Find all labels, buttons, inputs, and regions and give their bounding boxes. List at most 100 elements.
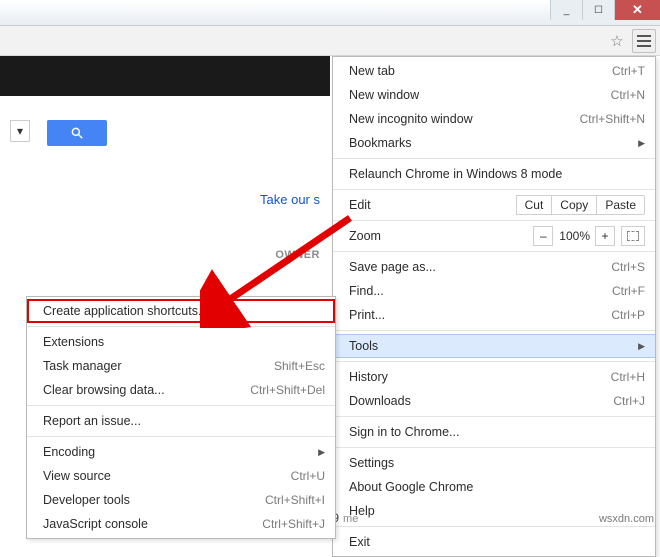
chevron-right-icon: ▶	[638, 341, 645, 352]
menu-label: New window	[349, 88, 611, 102]
menu-item-new-window[interactable]: New windowCtrl+N	[333, 83, 655, 107]
edit-copy-button[interactable]: Copy	[551, 195, 597, 215]
menu-label: Encoding	[43, 445, 312, 459]
fullscreen-button[interactable]	[621, 226, 645, 246]
menu-separator	[333, 251, 655, 252]
menu-label: Exit	[349, 535, 645, 549]
menu-item-settings[interactable]: Settings	[333, 451, 655, 475]
menu-label: About Google Chrome	[349, 480, 645, 494]
menu-item-edit[interactable]: EditCutCopyPaste	[333, 193, 655, 217]
zoom-value: 100%	[553, 229, 596, 243]
menu-label: New incognito window	[349, 112, 580, 126]
menu-label: Report an issue...	[43, 414, 325, 428]
submenu-item-javascript-console[interactable]: JavaScript consoleCtrl+Shift+J	[27, 512, 335, 536]
window-minimize-button[interactable]: _	[550, 0, 582, 20]
menu-shortcut: Ctrl+Shift+J	[262, 517, 325, 531]
menu-separator	[333, 361, 655, 362]
menu-label: Settings	[349, 456, 645, 470]
watermark-text: wsxdn.com	[599, 513, 654, 525]
menu-shortcut: Ctrl+T	[612, 64, 645, 78]
menu-shortcut: Ctrl+Shift+I	[265, 493, 325, 507]
submenu-item-clear-browsing-data-[interactable]: Clear browsing data...Ctrl+Shift+Del	[27, 378, 335, 402]
menu-separator	[27, 405, 335, 406]
menu-shortcut: Ctrl+P	[611, 308, 645, 322]
menu-separator	[27, 436, 335, 437]
tools-submenu: Create application shortcuts... Extension…	[26, 296, 336, 539]
menu-label: Relaunch Chrome in Windows 8 mode	[349, 167, 645, 181]
submenu-item-report-an-issue-[interactable]: Report an issue...	[27, 409, 335, 433]
menu-label: Save page as...	[349, 260, 611, 274]
submenu-item-task-manager[interactable]: Task managerShift+Esc	[27, 354, 335, 378]
menu-separator	[333, 189, 655, 190]
submenu-item-extensions[interactable]: Extensions	[27, 330, 335, 354]
submenu-item-encoding[interactable]: Encoding▶	[27, 440, 335, 464]
menu-label: Developer tools	[43, 493, 265, 507]
menu-item-exit[interactable]: Exit	[333, 530, 655, 554]
search-icon	[70, 126, 84, 140]
submenu-item-view-source[interactable]: View sourceCtrl+U	[27, 464, 335, 488]
zoom-out-button[interactable]: –	[533, 226, 553, 246]
menu-label: Print...	[349, 308, 611, 322]
menu-label: Clear browsing data...	[43, 383, 250, 397]
browser-toolbar: ☆	[0, 26, 660, 56]
edit-cut-button[interactable]: Cut	[516, 195, 553, 215]
menu-shortcut: Ctrl+J	[613, 394, 645, 408]
menu-separator	[333, 526, 655, 527]
submenu-item-developer-tools[interactable]: Developer toolsCtrl+Shift+I	[27, 488, 335, 512]
window-maximize-button[interactable]: ☐	[582, 0, 614, 20]
menu-label: Find...	[349, 284, 612, 298]
owner-column-label: OWNER	[10, 249, 320, 261]
menu-item-zoom[interactable]: Zoom–100%+	[333, 224, 655, 248]
hamburger-line-icon	[637, 45, 651, 47]
menu-item-sign-in-to-chrome-[interactable]: Sign in to Chrome...	[333, 420, 655, 444]
page-dark-header	[0, 56, 330, 96]
window-close-button[interactable]: ✕	[614, 0, 660, 20]
menu-item-save-page-as-[interactable]: Save page as...Ctrl+S	[333, 255, 655, 279]
hamburger-line-icon	[637, 40, 651, 42]
menu-item-print-[interactable]: Print...Ctrl+P	[333, 303, 655, 327]
menu-item-tools[interactable]: Tools ▶	[333, 334, 655, 358]
menu-label: Zoom	[349, 229, 534, 243]
menu-shortcut: Shift+Esc	[274, 359, 325, 373]
menu-item-history[interactable]: HistoryCtrl+H	[333, 365, 655, 389]
menu-shortcut: Ctrl+Shift+Del	[250, 383, 325, 397]
chevron-right-icon: ▶	[638, 138, 645, 149]
edit-paste-button[interactable]: Paste	[596, 195, 645, 215]
submenu-item-create-application-shortcuts-[interactable]: Create application shortcuts...	[27, 299, 335, 323]
menu-label: Bookmarks	[349, 136, 632, 150]
menu-item-bookmarks[interactable]: Bookmarks ▶	[333, 131, 655, 155]
menu-item-about-google-chrome[interactable]: About Google Chrome	[333, 475, 655, 499]
chrome-main-menu: New tabCtrl+TNew windowCtrl+NNew incogni…	[332, 56, 656, 557]
page-search-button[interactable]	[47, 120, 107, 146]
menu-label: Task manager	[43, 359, 274, 373]
menu-label: Sign in to Chrome...	[349, 425, 645, 439]
menu-label: History	[349, 370, 611, 384]
menu-separator	[27, 326, 335, 327]
menu-shortcut: Ctrl+S	[611, 260, 645, 274]
menu-item-new-tab[interactable]: New tabCtrl+T	[333, 59, 655, 83]
menu-label: New tab	[349, 64, 612, 78]
page-dropdown-stub[interactable]: ▾	[10, 120, 30, 142]
menu-shortcut: Ctrl+U	[291, 469, 325, 483]
menu-shortcut: Ctrl+N	[611, 88, 645, 102]
menu-separator	[333, 416, 655, 417]
menu-label: Extensions	[43, 335, 325, 349]
menu-item-downloads[interactable]: DownloadsCtrl+J	[333, 389, 655, 413]
menu-shortcut: Ctrl+Shift+N	[580, 112, 645, 126]
hamburger-line-icon	[637, 35, 651, 37]
bookmark-star-icon[interactable]: ☆	[606, 30, 628, 52]
chrome-menu-button[interactable]	[632, 29, 656, 53]
menu-shortcut: Ctrl+H	[611, 370, 645, 384]
menu-item-new-incognito-window[interactable]: New incognito windowCtrl+Shift+N	[333, 107, 655, 131]
menu-separator	[333, 158, 655, 159]
menu-item-relaunch-chrome-in-windows-8-mode[interactable]: Relaunch Chrome in Windows 8 mode	[333, 162, 655, 186]
menu-item-find-[interactable]: Find...Ctrl+F	[333, 279, 655, 303]
menu-label: View source	[43, 469, 291, 483]
menu-label: Tools	[349, 339, 632, 353]
page-content-area: ▾ Take our s OWNER	[0, 100, 330, 281]
menu-separator	[333, 220, 655, 221]
menu-label: Edit	[349, 198, 517, 212]
zoom-in-button[interactable]: +	[595, 226, 615, 246]
page-link-text[interactable]: Take our s	[10, 192, 320, 207]
menu-label: Downloads	[349, 394, 613, 408]
